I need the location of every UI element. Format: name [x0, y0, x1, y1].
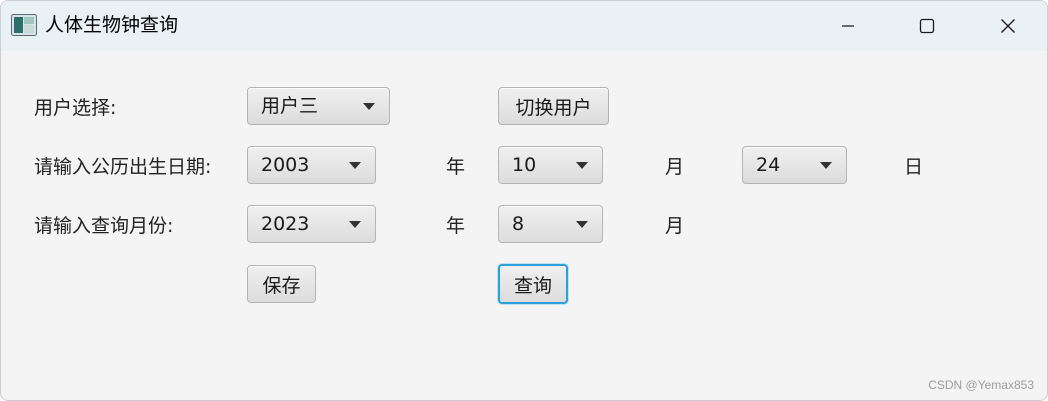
watermark: CSDN @Yemax853	[928, 378, 1034, 392]
birth-day-value: 24	[756, 154, 781, 176]
app-window: 人体生物钟查询 用户选择: 用户三 切换用户 请输入公历出生日期: 2003 年	[0, 0, 1048, 401]
birth-year-combo[interactable]: 2003	[247, 146, 376, 184]
birth-month-unit: 月	[665, 156, 685, 178]
query-year-value: 2023	[261, 213, 310, 235]
birth-year-unit: 年	[446, 156, 466, 178]
birth-month-value: 10	[512, 154, 537, 176]
query-month-value: 8	[512, 213, 525, 235]
query-month-combo[interactable]: 8	[498, 205, 603, 243]
chevron-down-icon	[576, 162, 588, 169]
user-select-combo[interactable]: 用户三	[247, 87, 390, 125]
window-title: 人体生物钟查询	[45, 14, 179, 36]
query-year-combo[interactable]: 2023	[247, 205, 376, 243]
query-year-unit: 年	[446, 215, 466, 237]
chevron-down-icon	[349, 162, 361, 169]
birth-day-unit: 日	[904, 156, 924, 178]
chevron-down-icon	[349, 221, 361, 228]
user-select-label: 用户选择:	[34, 97, 117, 119]
switch-user-button[interactable]: 切换用户	[498, 87, 609, 125]
query-month-label: 请输入查询月份:	[34, 215, 174, 237]
query-button[interactable]: 查询	[498, 264, 568, 304]
birth-year-value: 2003	[261, 154, 310, 176]
close-button[interactable]	[988, 6, 1028, 46]
app-icon	[11, 14, 37, 36]
chevron-down-icon	[363, 103, 375, 110]
close-icon	[1001, 19, 1015, 33]
chevron-down-icon	[576, 221, 588, 228]
user-select-value: 用户三	[261, 95, 319, 117]
maximize-button[interactable]	[907, 6, 947, 46]
chevron-down-icon	[820, 162, 832, 169]
maximize-icon	[919, 18, 935, 34]
save-button[interactable]: 保存	[247, 265, 316, 303]
birth-month-combo[interactable]: 10	[498, 146, 603, 184]
birth-date-label: 请输入公历出生日期:	[34, 156, 212, 178]
title-bar[interactable]: 人体生物钟查询	[1, 1, 1047, 51]
minimize-icon	[842, 25, 854, 27]
minimize-button[interactable]	[828, 6, 868, 46]
query-month-unit: 月	[665, 215, 685, 237]
birth-day-combo[interactable]: 24	[742, 146, 847, 184]
